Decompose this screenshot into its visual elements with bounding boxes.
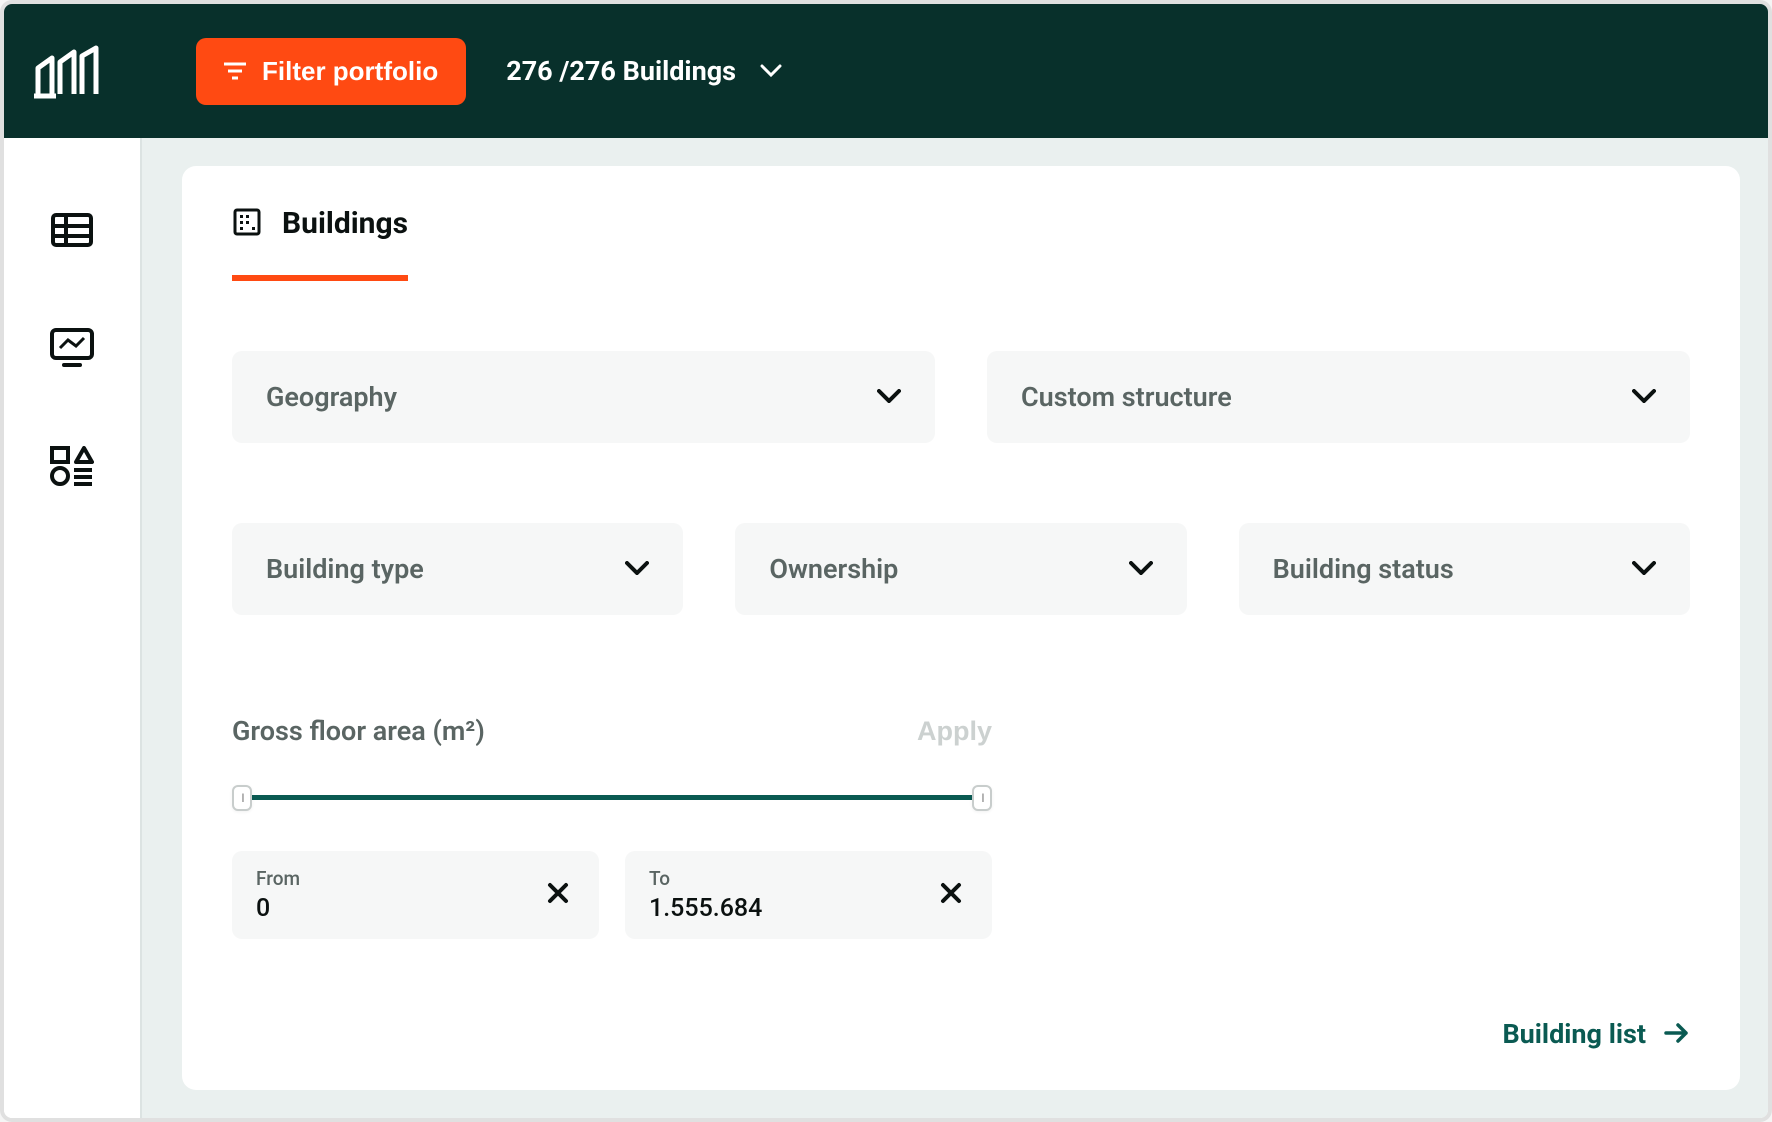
chevron-down-icon bbox=[1632, 560, 1656, 579]
from-value: 0 bbox=[256, 894, 300, 923]
select-ownership-label: Ownership bbox=[769, 553, 898, 585]
select-geography[interactable]: Geography bbox=[232, 351, 935, 443]
gfa-label: Gross floor area (m²) bbox=[232, 715, 485, 747]
to-label: To bbox=[649, 867, 762, 890]
content-area: Buildings Geography Custom structure bbox=[142, 138, 1768, 1118]
slider-handle-min[interactable]: || bbox=[232, 785, 252, 811]
slider-handle-max[interactable]: || bbox=[972, 785, 992, 811]
building-counter-label: 276 /276 Buildings bbox=[506, 55, 736, 87]
filter-button-label: Filter portfolio bbox=[262, 56, 438, 87]
filter-panel: Buildings Geography Custom structure bbox=[182, 166, 1740, 1090]
arrow-right-icon bbox=[1664, 1018, 1690, 1050]
gfa-to-input[interactable]: To 1.555.684 bbox=[625, 851, 992, 939]
from-label: From bbox=[256, 867, 300, 890]
chevron-down-icon bbox=[625, 560, 649, 579]
select-building-type-label: Building type bbox=[266, 553, 424, 585]
select-building-status[interactable]: Building status bbox=[1239, 523, 1690, 615]
sidebar-item-table[interactable] bbox=[48, 206, 96, 254]
to-value: 1.555.684 bbox=[649, 894, 762, 923]
select-geography-label: Geography bbox=[266, 381, 397, 413]
chevron-down-icon bbox=[1129, 560, 1153, 579]
chevron-down-icon bbox=[760, 59, 782, 83]
app-logo bbox=[34, 40, 106, 102]
clear-from-button[interactable] bbox=[541, 874, 575, 917]
header-bar: Filter portfolio 276 /276 Buildings bbox=[4, 4, 1768, 138]
tab-buildings[interactable]: Buildings bbox=[232, 206, 408, 281]
select-custom-structure[interactable]: Custom structure bbox=[987, 351, 1690, 443]
chevron-down-icon bbox=[1632, 388, 1656, 407]
clear-to-button[interactable] bbox=[934, 874, 968, 917]
gfa-range-slider[interactable]: || || bbox=[232, 785, 992, 809]
building-icon bbox=[232, 207, 262, 241]
chevron-down-icon bbox=[877, 388, 901, 407]
filter-icon bbox=[224, 56, 246, 87]
filter-portfolio-button[interactable]: Filter portfolio bbox=[196, 38, 466, 105]
tab-title: Buildings bbox=[282, 206, 408, 241]
select-ownership[interactable]: Ownership bbox=[735, 523, 1186, 615]
select-building-type[interactable]: Building type bbox=[232, 523, 683, 615]
sidebar bbox=[4, 138, 142, 1118]
select-building-status-label: Building status bbox=[1273, 553, 1454, 585]
gfa-from-input[interactable]: From 0 bbox=[232, 851, 599, 939]
building-list-label: Building list bbox=[1502, 1018, 1646, 1050]
sidebar-item-shapes[interactable] bbox=[48, 442, 96, 490]
sidebar-item-monitor[interactable] bbox=[48, 324, 96, 372]
select-custom-structure-label: Custom structure bbox=[1021, 381, 1232, 413]
building-list-link[interactable]: Building list bbox=[1502, 1018, 1690, 1050]
gross-floor-area-section: Gross floor area (m²) Apply || || From bbox=[232, 715, 992, 939]
building-counter-dropdown[interactable]: 276 /276 Buildings bbox=[506, 55, 782, 87]
apply-button[interactable]: Apply bbox=[917, 716, 992, 747]
